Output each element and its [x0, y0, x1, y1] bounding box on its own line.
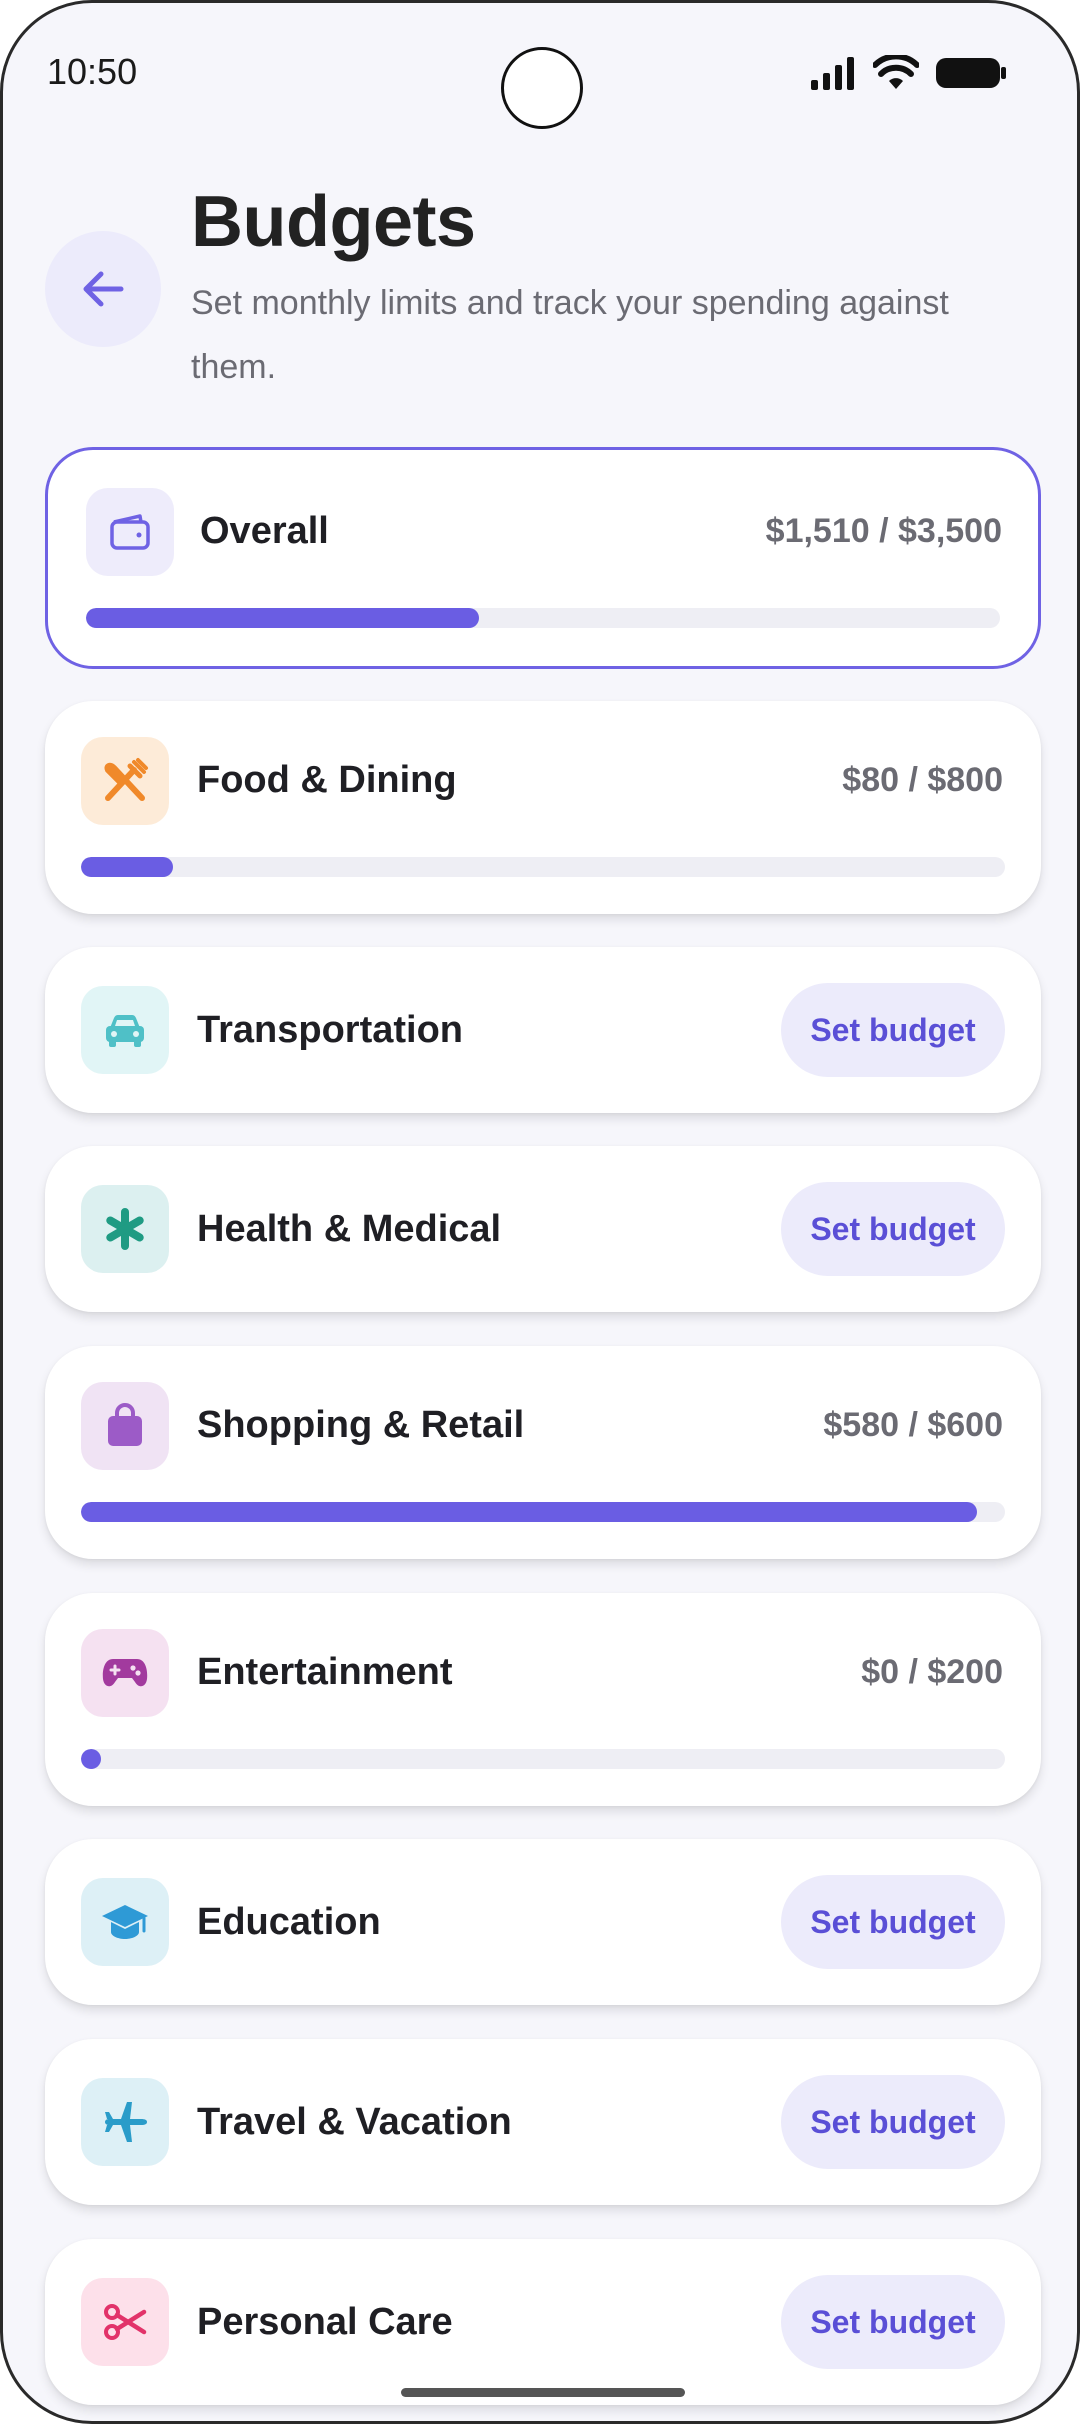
category-progress-track	[81, 1502, 1005, 1522]
car-icon	[106, 1015, 144, 1047]
category-card-education[interactable]: Education Set budget	[45, 1839, 1041, 2005]
personal-care-icon-box	[81, 2278, 169, 2366]
back-button[interactable]	[45, 231, 161, 347]
category-name: Entertainment	[197, 1651, 453, 1693]
category-progress-fill	[81, 1749, 101, 1769]
category-name: Transportation	[197, 1009, 464, 1051]
overall-label: Overall	[200, 510, 329, 552]
overall-budget-card[interactable]: Overall $1,510 / $3,500	[45, 447, 1041, 669]
category-name: Education	[197, 1901, 381, 1943]
wifi-icon	[873, 55, 919, 89]
set-budget-button[interactable]: Set budget	[781, 2075, 1005, 2169]
phone-screen: 10:50 Budgets Set monthly limits and tra…	[0, 0, 1080, 2424]
category-amount: $580 / $600	[823, 1406, 1003, 1444]
category-card-transportation[interactable]: Transportation Set budget	[45, 947, 1041, 1113]
overall-progress-track	[86, 608, 1000, 628]
airplane-icon	[105, 2102, 147, 2142]
shopping-icon-box	[81, 1382, 169, 1470]
arrow-left-icon	[83, 271, 124, 307]
medical-asterisk-icon	[106, 1208, 144, 1250]
travel-icon-box	[81, 2078, 169, 2166]
signal-icon	[811, 57, 854, 90]
front-camera	[501, 47, 583, 129]
category-card-personal-care[interactable]: Personal Care Set budget	[45, 2239, 1041, 2405]
set-budget-button[interactable]: Set budget	[781, 1875, 1005, 1969]
wallet-icon-box	[86, 488, 174, 576]
page-title: Budgets	[191, 182, 476, 262]
category-card-food-dining[interactable]: Food & Dining $80 / $800	[45, 701, 1041, 914]
category-card-travel-vacation[interactable]: Travel & Vacation Set budget	[45, 2039, 1041, 2205]
battery-icon	[936, 58, 1006, 88]
category-name: Food & Dining	[197, 759, 457, 801]
entertainment-icon-box	[81, 1629, 169, 1717]
food-icon-box	[81, 737, 169, 825]
set-budget-button[interactable]: Set budget	[781, 983, 1005, 1077]
set-budget-button[interactable]: Set budget	[781, 1182, 1005, 1276]
category-card-entertainment[interactable]: Entertainment $0 / $200	[45, 1593, 1041, 1806]
category-name: Shopping & Retail	[197, 1404, 525, 1446]
health-icon-box	[81, 1185, 169, 1273]
category-amount: $80 / $800	[842, 761, 1003, 799]
category-name: Travel & Vacation	[197, 2101, 512, 2143]
scissors-icon	[104, 2304, 147, 2340]
overall-amount: $1,510 / $3,500	[765, 512, 1002, 550]
category-card-shopping-retail[interactable]: Shopping & Retail $580 / $600	[45, 1346, 1041, 1559]
fork-knife-icon	[104, 758, 148, 801]
category-progress-fill	[81, 1502, 978, 1522]
category-name: Personal Care	[197, 2301, 453, 2343]
category-progress-track	[81, 857, 1005, 877]
shopping-bag-icon	[108, 1403, 142, 1446]
category-card-health-medical[interactable]: Health & Medical Set budget	[45, 1146, 1041, 1312]
category-amount: $0 / $200	[861, 1653, 1003, 1691]
status-icons	[809, 55, 1007, 91]
category-progress-fill	[81, 857, 174, 877]
set-budget-button[interactable]: Set budget	[781, 2275, 1005, 2369]
overall-progress-fill	[86, 608, 480, 628]
category-progress-track	[81, 1749, 1005, 1769]
graduation-cap-icon	[102, 1905, 148, 1939]
wallet-icon	[110, 514, 150, 550]
gamepad-icon	[102, 1659, 148, 1687]
education-icon-box	[81, 1878, 169, 1966]
status-time: 10:50	[47, 51, 138, 92]
home-indicator[interactable]	[401, 2388, 685, 2397]
transport-icon-box	[81, 986, 169, 1074]
page-subtitle: Set monthly limits and track your spendi…	[191, 284, 949, 386]
category-name: Health & Medical	[197, 1208, 502, 1250]
